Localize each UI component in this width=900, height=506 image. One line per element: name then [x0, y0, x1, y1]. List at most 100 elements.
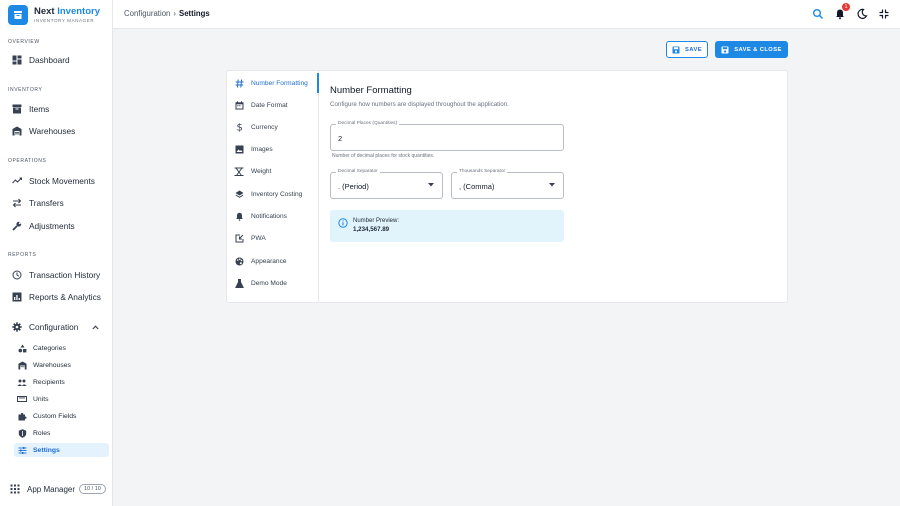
- layers-icon: [234, 189, 244, 199]
- sidebar-item-stock-movements[interactable]: Stock Movements: [4, 172, 109, 190]
- sidebar-item-label: Configuration: [29, 322, 79, 332]
- decimal-places-label: Decimal Places (Quantities): [336, 121, 400, 126]
- app-manager-label: App Manager: [27, 484, 76, 494]
- sidebar-item-configuration[interactable]: Configuration: [4, 318, 109, 336]
- weight-scale-icon: [234, 166, 244, 176]
- sidebar-subitem-categories[interactable]: Categories: [14, 341, 109, 355]
- sidebar-item-label: Warehouses: [29, 126, 76, 136]
- sidebar-item-dashboard[interactable]: Dashboard: [4, 51, 109, 69]
- breadcrumb-current: Settings: [179, 9, 210, 18]
- sidebar: Next Inventory INVENTORY MANAGER OVERVIE…: [0, 0, 113, 506]
- section-label-operations: OPERATIONS: [8, 158, 47, 164]
- install-app-icon: [234, 233, 244, 243]
- category-icon: [17, 343, 27, 353]
- sidebar-item-adjustments[interactable]: Adjustments: [4, 217, 109, 235]
- decimal-separator-value: . (Period): [338, 182, 369, 191]
- brand-name: Next Inventory: [34, 7, 100, 17]
- gear-icon: [11, 322, 22, 333]
- tab-appearance[interactable]: Appearance: [227, 251, 319, 271]
- settings-card: Number Formatting Date Format $ Currency…: [226, 70, 788, 303]
- sidebar-item-transfers[interactable]: Transfers: [4, 194, 109, 212]
- sidebar-subitem-label: Warehouses: [33, 361, 71, 369]
- history-icon: [11, 270, 22, 281]
- decimal-separator-select[interactable]: Decimal Separator . (Period): [330, 169, 443, 199]
- warehouse-icon: [11, 126, 22, 137]
- inventory-box-icon: [11, 104, 22, 115]
- notification-count-badge: 1: [842, 3, 850, 11]
- save-button[interactable]: SAVE: [666, 41, 708, 58]
- tab-currency[interactable]: $ Currency: [227, 117, 319, 137]
- search-icon[interactable]: [812, 8, 824, 20]
- apps-grid-icon: [10, 484, 20, 494]
- thousands-separator-select[interactable]: Thousands Separator , (Comma): [451, 169, 564, 199]
- warehouse-icon: [17, 360, 27, 370]
- swap-arrows-icon: [11, 198, 22, 209]
- sidebar-item-reports-analytics[interactable]: Reports & Analytics: [4, 288, 109, 306]
- sidebar-item-items[interactable]: Items: [4, 100, 109, 118]
- save-and-close-label: SAVE & CLOSE: [734, 46, 782, 53]
- flask-icon: [234, 278, 244, 288]
- sidebar-subitem-label: Recipients: [33, 378, 65, 386]
- notifications-bell-icon[interactable]: 1: [834, 3, 850, 20]
- sidebar-item-label: Transfers: [29, 198, 64, 208]
- bell-icon: [234, 211, 244, 221]
- settings-tabs: Number Formatting Date Format $ Currency…: [227, 71, 319, 302]
- sidebar-subitem-warehouses[interactable]: Warehouses: [14, 358, 109, 372]
- app-manager-button[interactable]: App Manager 10 / 10: [10, 484, 106, 494]
- sidebar-item-warehouses[interactable]: Warehouses: [4, 122, 109, 140]
- tab-number-formatting[interactable]: Number Formatting: [227, 73, 319, 93]
- decimal-places-helper: Number of decimal places for stock quant…: [332, 153, 435, 159]
- decimal-places-field[interactable]: Decimal Places (Quantities) 2: [330, 121, 564, 151]
- section-label-reports: REPORTS: [8, 252, 37, 258]
- sidebar-item-label: Transaction History: [29, 270, 101, 280]
- tab-notifications[interactable]: Notifications: [227, 206, 319, 226]
- number-preview-alert: Number Preview: 1,234,567.89: [330, 210, 564, 242]
- panel-title: Number Formatting: [330, 85, 412, 96]
- sidebar-subitem-label: Units: [33, 395, 49, 403]
- movement-icon: [11, 176, 22, 187]
- app-count-badge: 10 / 10: [79, 484, 106, 494]
- puzzle-icon: [17, 411, 27, 421]
- tab-label: PWA: [251, 234, 266, 242]
- sidebar-item-label: Dashboard: [29, 55, 70, 65]
- thousands-separator-label: Thousands Separator: [457, 169, 508, 174]
- tab-label: Currency: [251, 123, 278, 131]
- tab-images[interactable]: Images: [227, 139, 319, 159]
- wrench-icon: [11, 221, 22, 232]
- sidebar-subitem-custom-fields[interactable]: Custom Fields: [14, 409, 109, 423]
- analytics-icon: [11, 292, 22, 303]
- brand-name-primary: Next: [34, 6, 55, 17]
- ruler-icon: [17, 394, 27, 404]
- tab-weight[interactable]: Weight: [227, 161, 319, 181]
- dark-mode-moon-icon[interactable]: [856, 8, 868, 20]
- tab-pwa[interactable]: PWA: [227, 228, 319, 248]
- save-and-close-button[interactable]: SAVE & CLOSE: [715, 41, 788, 58]
- breadcrumb: Configuration › Settings: [124, 9, 210, 18]
- tab-label: Demo Mode: [251, 279, 287, 287]
- tab-demo-mode[interactable]: Demo Mode: [227, 273, 319, 293]
- tab-label: Notifications: [251, 212, 287, 220]
- svg-text:$: $: [236, 123, 242, 133]
- sidebar-subitem-units[interactable]: Units: [14, 392, 109, 406]
- top-bar: Configuration › Settings 1: [113, 0, 900, 29]
- tab-inventory-costing[interactable]: Inventory Costing: [227, 184, 319, 204]
- dashboard-icon: [11, 55, 22, 66]
- tab-date-format[interactable]: Date Format: [227, 95, 319, 115]
- image-icon: [234, 144, 244, 154]
- tab-label: Appearance: [251, 257, 287, 265]
- section-label-inventory: INVENTORY: [8, 87, 43, 93]
- decimal-separator-label: Decimal Separator: [336, 169, 380, 174]
- brand[interactable]: Next Inventory INVENTORY MANAGER: [8, 5, 100, 25]
- number-preview-value: 1,234,567.89: [353, 226, 390, 233]
- sidebar-subitem-settings[interactable]: Settings: [14, 443, 109, 457]
- dollar-icon: $: [234, 122, 244, 133]
- sidebar-subitem-roles[interactable]: Roles: [14, 426, 109, 440]
- sidebar-subitem-recipients[interactable]: Recipients: [14, 375, 109, 389]
- sidebar-item-transaction-history[interactable]: Transaction History: [4, 266, 109, 284]
- number-preview-label: Number Preview:: [353, 218, 400, 224]
- fullscreen-icon[interactable]: [878, 8, 890, 20]
- tab-label: Number Formatting: [251, 79, 308, 87]
- sidebar-item-label: Reports & Analytics: [29, 292, 101, 302]
- sidebar-subitem-label: Categories: [33, 344, 66, 352]
- breadcrumb-parent[interactable]: Configuration: [124, 9, 170, 18]
